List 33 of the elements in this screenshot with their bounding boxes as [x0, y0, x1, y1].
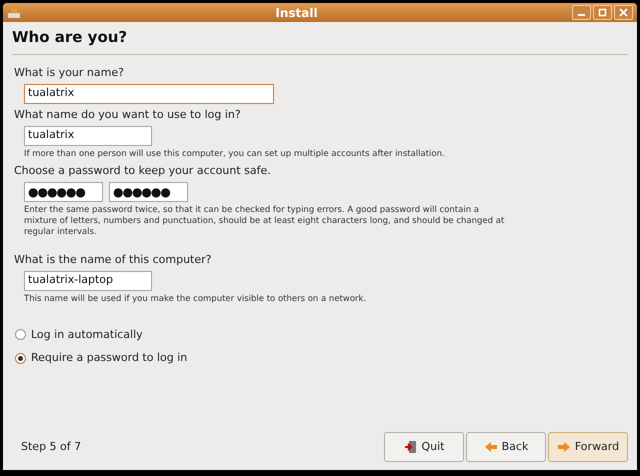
page-heading: Who are you?: [12, 26, 628, 54]
forward-button[interactable]: Forward: [548, 432, 628, 462]
close-button[interactable]: [614, 5, 633, 20]
password-field[interactable]: ●●●●●●: [109, 182, 188, 202]
hint-text: Enter the same password twice, so that it can be checked for typing errors. A good password will contain a mixture of letters, numbers and punctuation, should be at least eight characters long, and should be changed at regular intervals.: [23, 204, 506, 238]
exit-door-icon: [404, 440, 418, 454]
quit-button[interactable]: Quit: [384, 432, 464, 462]
maximize-icon: [598, 8, 607, 17]
password-field[interactable]: ●●●●●●: [24, 182, 103, 202]
window-title: Install: [274, 4, 319, 22]
radio-label: Log in automatically: [31, 326, 143, 342]
input-field[interactable]: tualatrix-laptop: [24, 270, 152, 290]
hint-text: If more than one person will use this computer, you can set up multiple accounts after installation.: [23, 148, 446, 160]
back-button[interactable]: Back: [466, 432, 546, 462]
right-arrow-icon: [556, 441, 571, 453]
maximize-button[interactable]: [593, 5, 612, 20]
step-indicator: Step 5 of 7: [20, 438, 82, 455]
input-field[interactable]: tualatrix: [24, 126, 152, 146]
radio-button[interactable]: [15, 329, 26, 340]
radio-label: Require a password to log in: [31, 350, 188, 366]
minimize-button[interactable]: [572, 5, 591, 20]
radio-option[interactable]: Require a password to log in: [15, 350, 628, 366]
input-field[interactable]: tualatrix: [24, 84, 274, 104]
hint-text: This name will be used if you make the computer visible to others on a network.: [23, 294, 368, 304]
field-label: Choose a password to keep your account safe.: [14, 162, 272, 178]
field-label: What is the name of this computer?: [14, 252, 212, 266]
installer-drive-icon: [7, 6, 21, 20]
close-icon: [619, 8, 628, 17]
left-arrow-icon: [484, 441, 498, 453]
radio-option[interactable]: Log in automatically: [15, 326, 628, 343]
field-label: What name do you want to use to log in?: [14, 106, 242, 122]
radio-button[interactable]: [15, 352, 26, 364]
field-label: What is your name?: [14, 64, 125, 80]
